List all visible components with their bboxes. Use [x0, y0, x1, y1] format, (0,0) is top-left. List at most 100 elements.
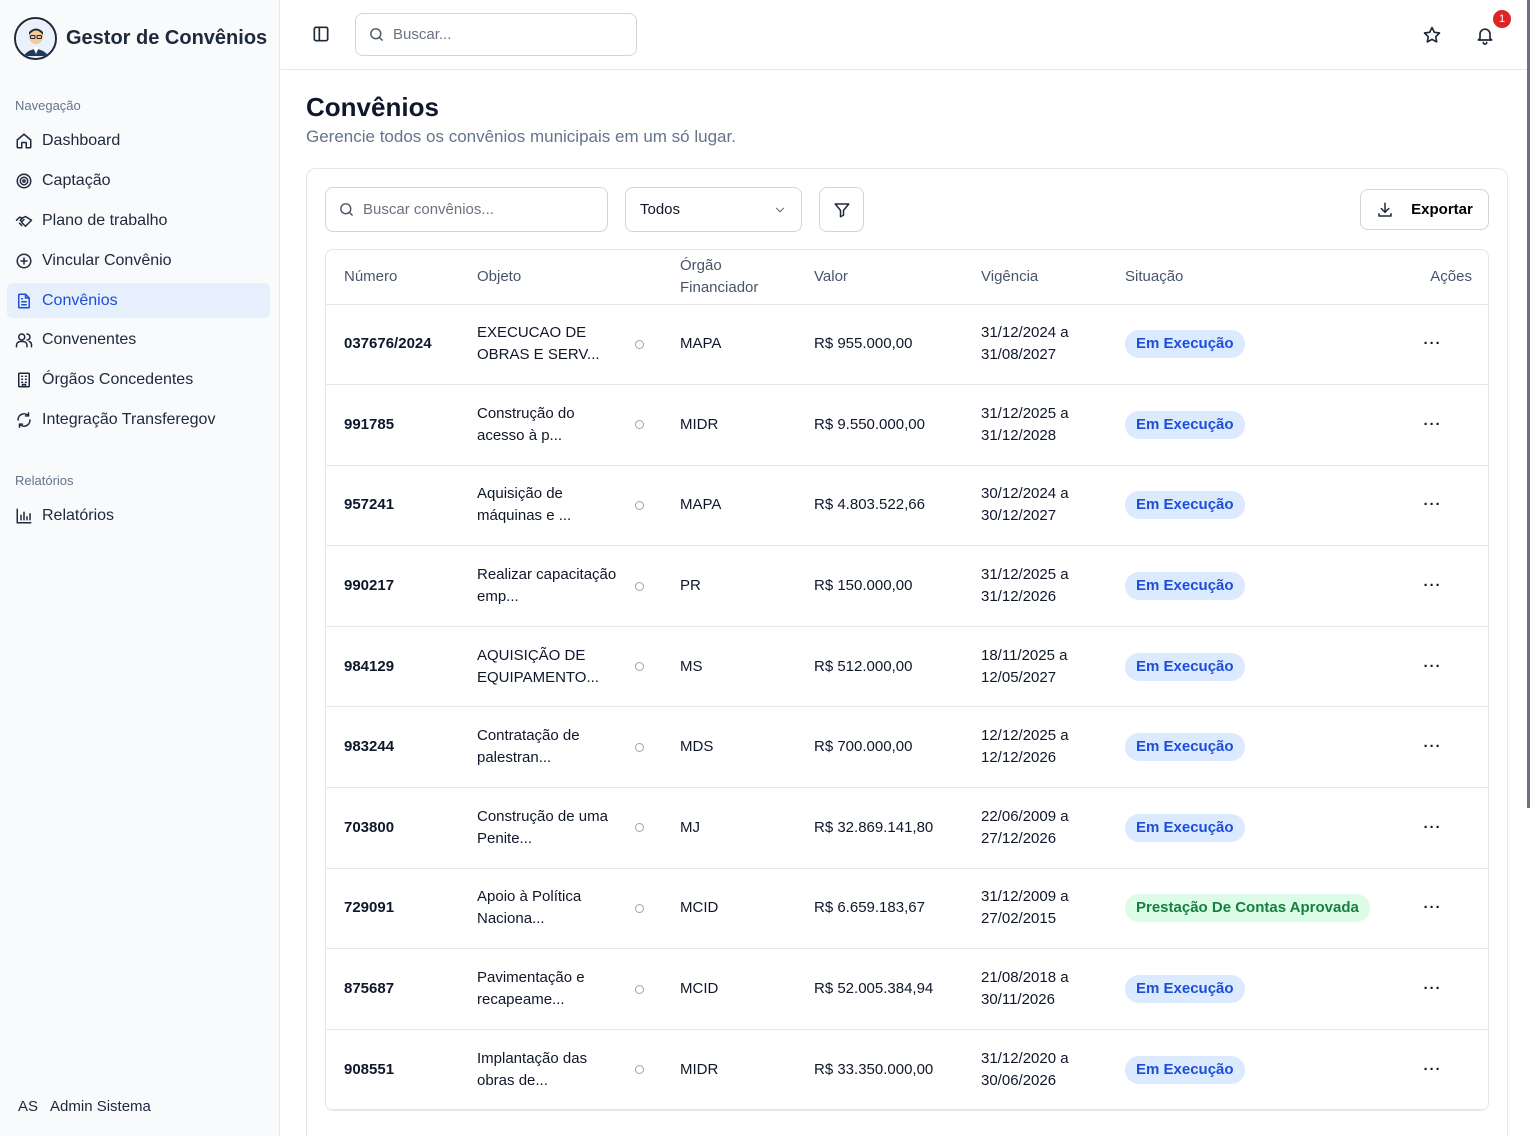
info-icon[interactable] [635, 903, 644, 913]
sidebar-item-captacao[interactable]: Captação [7, 163, 270, 198]
info-icon[interactable] [635, 662, 644, 672]
global-search-input[interactable] [393, 26, 613, 43]
bell-icon[interactable] [1475, 24, 1495, 46]
row-actions-button[interactable]: ··· [1375, 384, 1488, 466]
status-select[interactable]: Todos [625, 187, 802, 232]
sidebar-item-convenentes[interactable]: Convenentes [7, 322, 270, 357]
row-actions-button[interactable]: ··· [1375, 787, 1488, 869]
row-actions-button[interactable]: ··· [1375, 1029, 1488, 1111]
sidebar-item-label: Vincular Convênio [42, 251, 172, 269]
status-badge: Em Execução [1125, 652, 1245, 681]
cell-numero: 875687 [326, 948, 459, 1030]
cell-vigencia-inicio: 12/12/2025 a [981, 727, 1069, 745]
app-title: Gestor de Convênios [66, 27, 268, 49]
cell-orgao: MS [662, 626, 796, 708]
info-icon[interactable] [635, 823, 644, 833]
row-actions-button[interactable]: ··· [1375, 868, 1488, 950]
info-icon[interactable] [635, 984, 644, 994]
sidebar-item-orgaos-concedentes[interactable]: Órgãos Concedentes [7, 362, 270, 397]
table-row[interactable]: 875687 Pavimentação e recapeame... MCID … [326, 948, 1488, 1030]
sidebar-toggle-icon[interactable] [311, 24, 331, 44]
table-row[interactable]: 729091 Apoio à Política Naciona... MCID … [326, 868, 1488, 950]
info-icon[interactable] [635, 742, 644, 752]
global-search[interactable] [355, 13, 637, 56]
table-row[interactable]: 037676/2024 EXECUCAO DE OBRAS E SERV... … [326, 304, 1488, 386]
col-header-numero[interactable]: Número [326, 250, 459, 305]
table-row[interactable]: 703800 Construção de uma Penite... MJ R$… [326, 787, 1488, 869]
table-row[interactable]: 908551 Implantação das obras de... MIDR … [326, 1029, 1488, 1111]
col-header-objeto[interactable]: Objeto [459, 250, 662, 305]
sidebar-item-dashboard[interactable]: Dashboard [7, 123, 270, 158]
status-badge: Em Execução [1125, 330, 1245, 359]
cell-objeto: Construção de uma Penite... [459, 787, 662, 869]
cell-vigencia-fim: 30/06/2026 [981, 1071, 1057, 1089]
convenios-search[interactable] [325, 187, 608, 232]
info-icon[interactable] [635, 339, 644, 349]
user-profile[interactable]: AS Admin Sistema [18, 1098, 151, 1115]
info-icon[interactable] [635, 420, 644, 430]
sidebar-item-plano-de-trabalho[interactable]: Plano de trabalho [7, 203, 270, 238]
cell-objeto-text: Construção de uma Penite... [477, 807, 608, 847]
sidebar-item-relatorios[interactable]: Relatórios [7, 498, 270, 533]
users-icon [15, 332, 33, 347]
cell-situacao: Em Execução [1107, 948, 1375, 1030]
row-actions-button[interactable]: ··· [1375, 626, 1488, 708]
status-badge: Em Execução [1125, 572, 1245, 601]
status-badge: Em Execução [1125, 1055, 1245, 1084]
cell-vigencia-fim: 27/02/2015 [981, 910, 1057, 928]
sidebar-item-label: Captação [42, 171, 111, 189]
cell-valor: R$ 700.000,00 [796, 706, 963, 789]
filter-button[interactable] [819, 187, 864, 232]
info-icon[interactable] [635, 1065, 644, 1075]
sidebar-item-convenios[interactable]: Convênios [7, 283, 270, 318]
status-badge: Em Execução [1125, 975, 1245, 1004]
cell-objeto: Contratação de palestran... [459, 706, 662, 789]
cell-vigencia-inicio: 31/12/2020 a [981, 1049, 1069, 1067]
table-row[interactable]: 990217 Realizar capacitação emp... PR R$… [326, 545, 1488, 627]
export-button[interactable]: Exportar [1360, 189, 1489, 230]
cell-objeto-text: AQUISIÇÃO DE EQUIPAMENTO... [477, 646, 599, 686]
cell-objeto: Aquisição de máquinas e ... [459, 465, 662, 547]
table-row[interactable]: 957241 Aquisição de máquinas e ... MAPA … [326, 465, 1488, 547]
cell-vigencia: 21/08/2018 a 30/11/2026 [963, 948, 1107, 1030]
target-icon [16, 173, 32, 188]
info-icon[interactable] [635, 500, 644, 510]
brand[interactable]: Gestor de Convênios [14, 17, 267, 60]
col-header-orgao[interactable]: Órgão Financiador [662, 250, 796, 305]
cell-numero: 984129 [326, 626, 459, 708]
cell-numero: 957241 [326, 465, 459, 547]
refresh-icon [17, 411, 31, 428]
sidebar-item-vincular-convenio[interactable]: Vincular Convênio [7, 243, 270, 278]
col-header-valor[interactable]: Valor [796, 250, 963, 305]
row-actions-button[interactable]: ··· [1375, 304, 1488, 386]
brand-logo-icon [14, 17, 57, 60]
cell-numero: 037676/2024 [326, 304, 459, 386]
row-actions-button[interactable]: ··· [1375, 948, 1488, 1030]
col-header-situacao[interactable]: Situação [1107, 250, 1375, 305]
cell-numero: 990217 [326, 545, 459, 627]
info-icon[interactable] [635, 581, 644, 591]
row-actions-button[interactable]: ··· [1375, 706, 1488, 789]
convenios-table: Número Objeto Órgão Financiador Valor Vig… [325, 249, 1489, 1112]
cell-vigencia-fim: 31/12/2026 [981, 588, 1057, 606]
cell-objeto-text: Aquisição de máquinas e ... [477, 485, 572, 525]
row-actions-button[interactable]: ··· [1375, 465, 1488, 547]
table-row[interactable]: 983244 Contratação de palestran... MDS R… [326, 706, 1488, 789]
star-icon[interactable] [1422, 25, 1442, 45]
cell-objeto: Implantação das obras de... [459, 1029, 662, 1111]
convenios-search-input[interactable] [363, 201, 583, 218]
cell-vigencia-inicio: 30/12/2024 a [981, 485, 1069, 503]
table-row[interactable]: 984129 AQUISIÇÃO DE EQUIPAMENTO... MS R$… [326, 626, 1488, 708]
col-header-vigencia[interactable]: Vigência [963, 250, 1107, 305]
cell-objeto-text: Construção do acesso à p... [477, 404, 575, 444]
cell-situacao: Em Execução [1107, 465, 1375, 547]
sidebar-item-integracao-transferegov[interactable]: Integração Transferegov [7, 402, 270, 437]
cell-vigencia-fim: 30/11/2026 [981, 991, 1055, 1009]
cell-vigencia: 31/12/2009 a 27/02/2015 [963, 868, 1107, 950]
cell-valor: R$ 33.350.000,00 [796, 1029, 963, 1111]
file-text-icon [18, 293, 30, 308]
cell-vigencia: 30/12/2024 a 30/12/2027 [963, 465, 1107, 547]
cell-valor: R$ 6.659.183,67 [796, 868, 963, 950]
row-actions-button[interactable]: ··· [1375, 545, 1488, 627]
table-row[interactable]: 991785 Construção do acesso à p... MIDR … [326, 384, 1488, 466]
